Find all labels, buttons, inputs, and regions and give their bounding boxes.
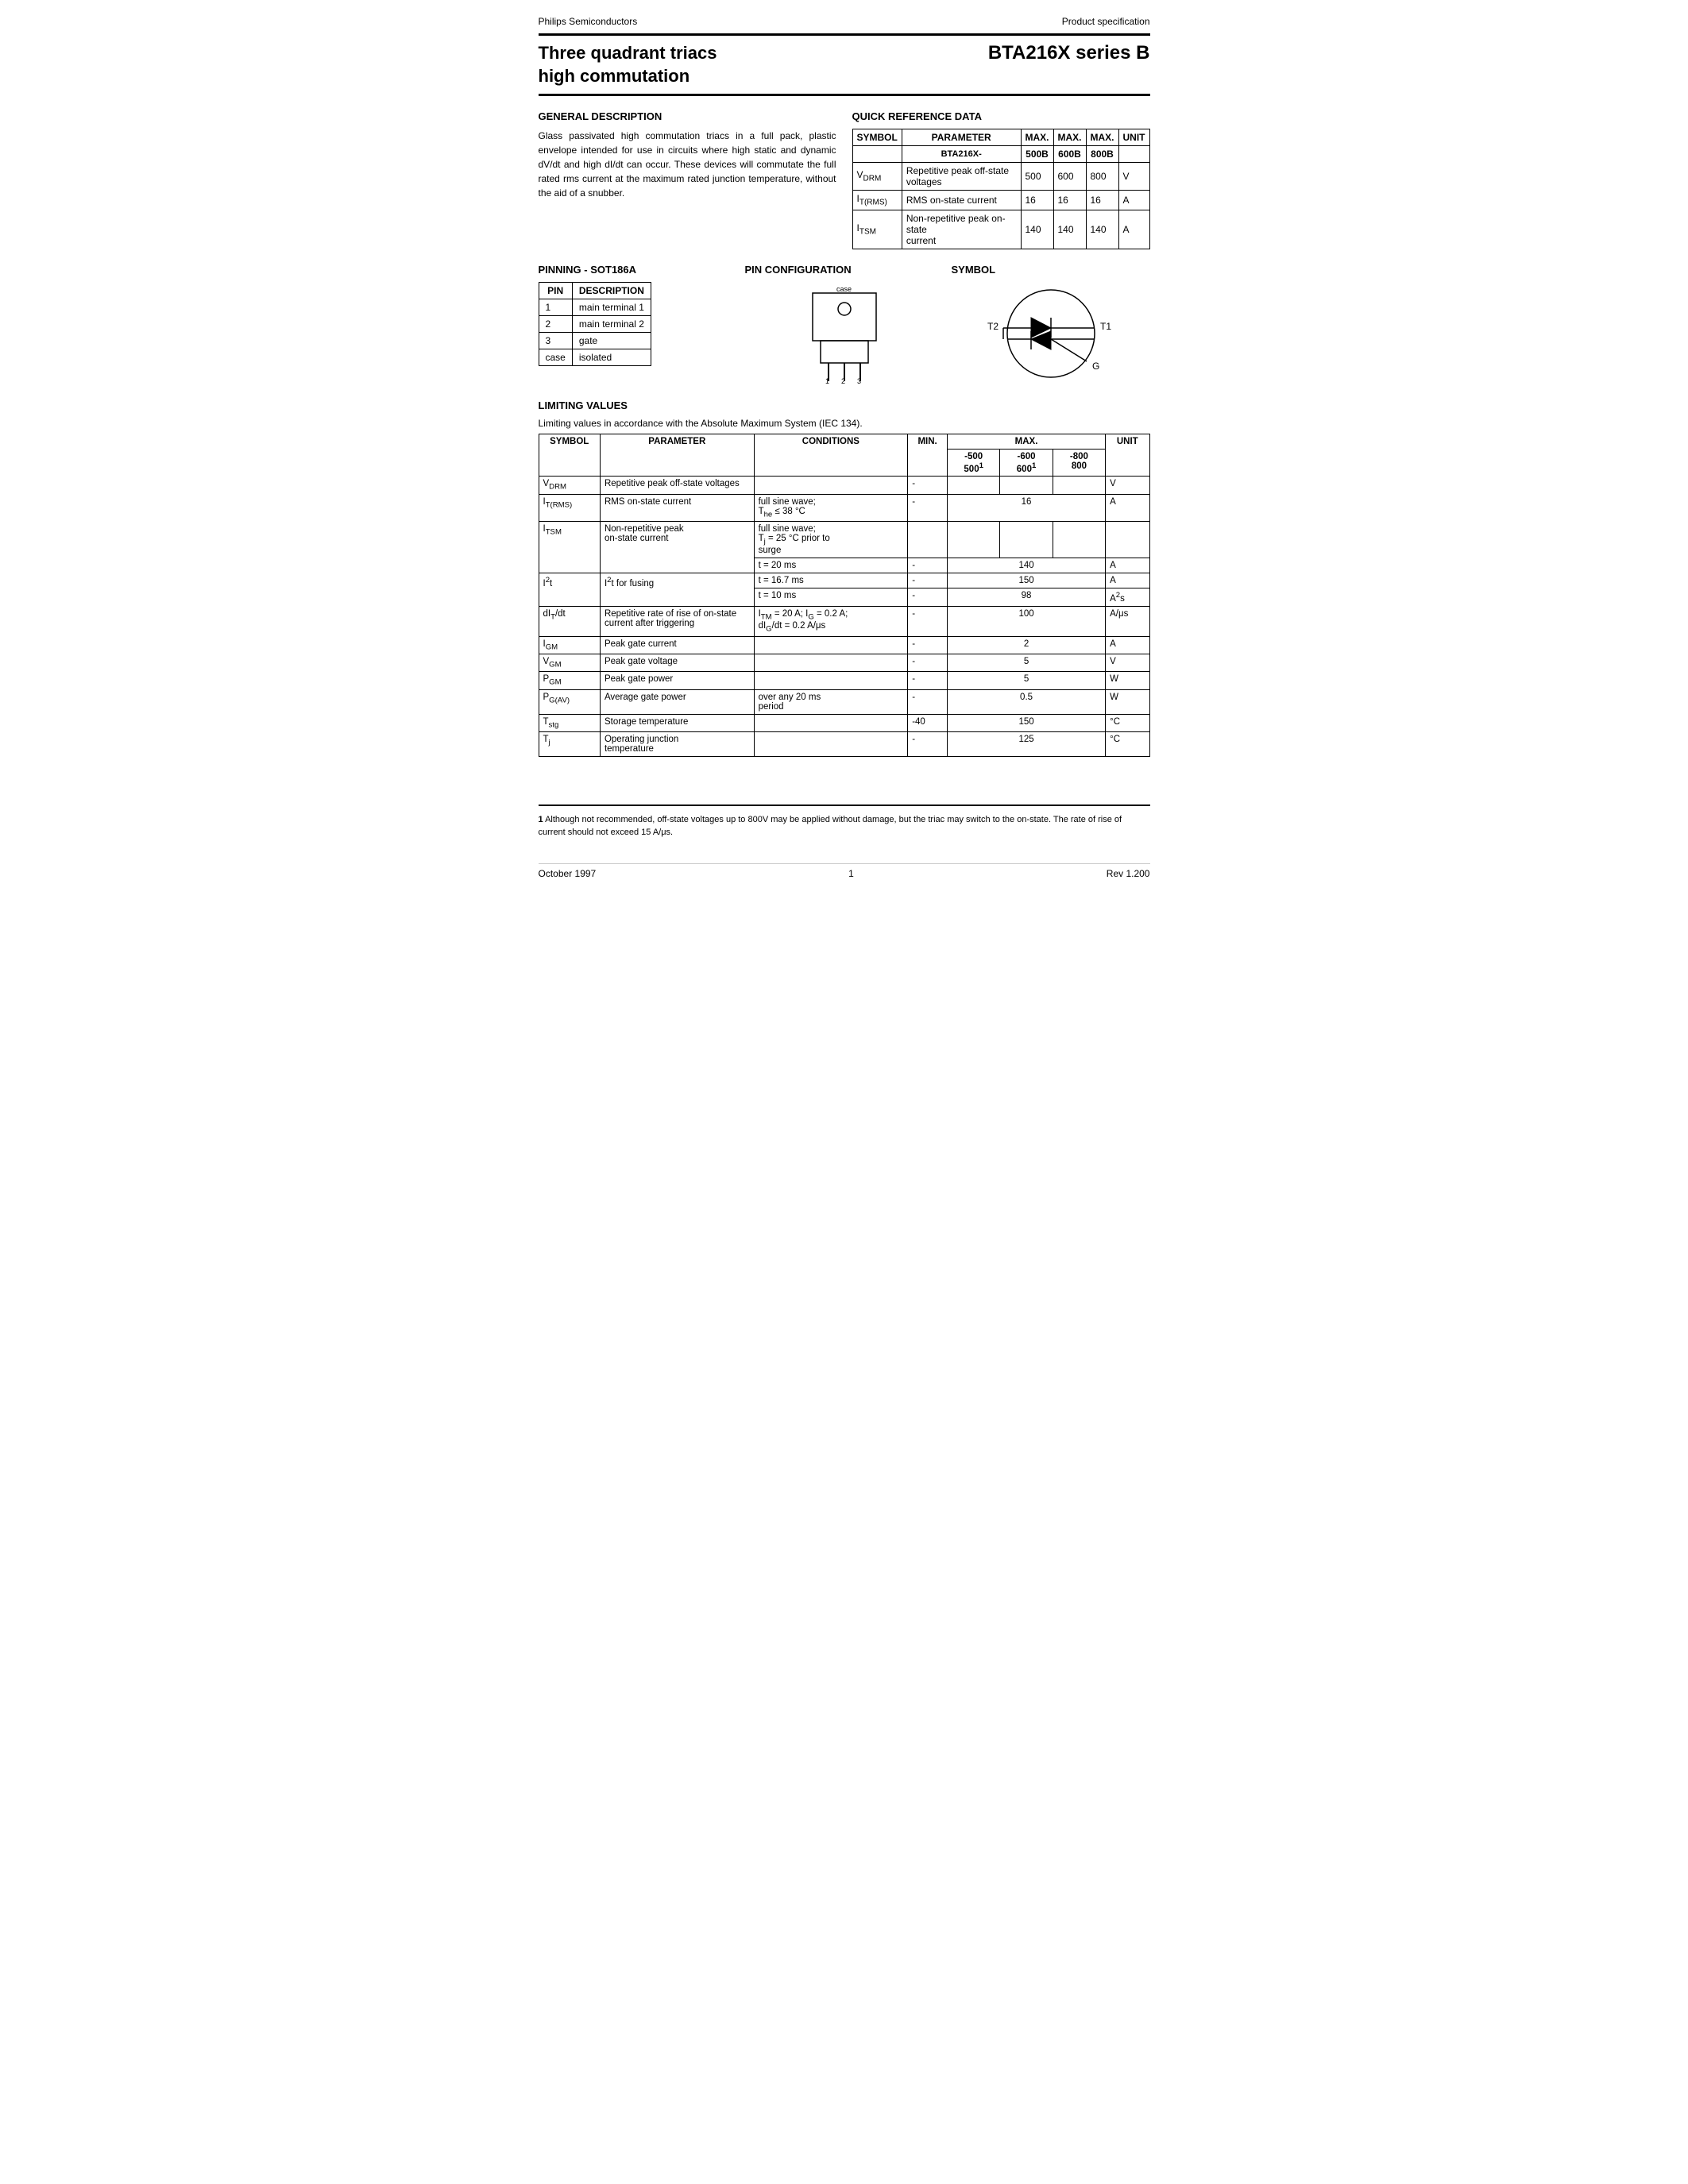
lv-row-tj: Tj Operating junctiontemperature - 125 °… [539,731,1149,756]
title-left: Three quadrant triacs high commutation [539,42,717,87]
general-desc-text: Glass passivated high commutation triacs… [539,129,836,200]
footer-page: 1 [848,868,854,879]
symbol-diagram: T2 T1 G [952,282,1150,385]
top-section: GENERAL DESCRIPTION Glass passivated hig… [539,110,1150,249]
footnote-section: 1 Although not recommended, off-state vo… [539,805,1150,839]
lv-row-vdrm: VDRM Repetitive peak off-state voltages … [539,477,1149,494]
page-header: Philips Semiconductors Product specifica… [539,16,1150,27]
company-name: Philips Semiconductors [539,16,638,27]
page-footer: October 1997 1 Rev 1.200 [539,863,1150,879]
svg-text:case: case [836,285,852,293]
pin-config-drawing: case 1 2 3 [745,282,944,385]
doc-type: Product specification [1062,16,1150,27]
general-desc-title: GENERAL DESCRIPTION [539,110,836,122]
footer-date: October 1997 [539,868,597,879]
pin-col-desc: DESCRIPTION [572,282,651,299]
footer-revision: Rev 1.200 [1107,868,1150,879]
qr-col-parameter: PARAMETER [902,129,1021,146]
quick-reference: QUICK REFERENCE DATA SYMBOL PARAMETER MA… [852,110,1150,249]
title-section: Three quadrant triacs high commutation B… [539,33,1150,96]
limiting-values-section: LIMITING VALUES Limiting values in accor… [539,399,1150,757]
pin-table: PIN DESCRIPTION 1 main terminal 1 2 main… [539,282,651,366]
qr-row-itrms: IT(RMS) RMS on-state current 16 16 16 A [852,191,1149,210]
pin-row-1: 1 main terminal 1 [539,299,651,315]
qr-table: SYMBOL PARAMETER MAX. MAX. MAX. UNIT BTA… [852,129,1150,249]
footnote-line [539,805,1150,810]
package-diagram: case 1 2 3 [793,282,896,385]
lv-row-pgm: PGM Peak gate power - 5 W [539,672,1149,689]
general-description: GENERAL DESCRIPTION Glass passivated hig… [539,110,836,249]
lv-row-i2t-1: I2t I2t for fusing t = 16.7 ms - 150 A [539,573,1149,588]
symbol-title: SYMBOL [952,264,1150,276]
svg-text:G: G [1092,361,1099,372]
lv-row-itsm: ITSM Non-repetitive peakon-state current… [539,522,1149,558]
symbol-section: SYMBOL T2 T1 G [952,264,1150,385]
lv-row-tstg: Tstg Storage temperature -40 150 °C [539,714,1149,731]
svg-text:1: 1 [825,377,829,385]
pin-configuration: PIN CONFIGURATION case 1 2 3 [745,264,944,385]
svg-text:T1: T1 [1100,321,1111,332]
pin-row-3: 3 gate [539,332,651,349]
lv-row-vgm: VGM Peak gate voltage - 5 V [539,654,1149,672]
svg-text:T2: T2 [987,321,999,332]
pin-row-case: case isolated [539,349,651,365]
part-number: BTA216X series B [988,42,1150,64]
product-title: Three quadrant triacs high commutation [539,42,717,87]
pin-col-pin: PIN [539,282,572,299]
qr-title: QUICK REFERENCE DATA [852,110,1150,122]
qr-col-max1: MAX. [1021,129,1053,146]
pin-row-2: 2 main terminal 2 [539,315,651,332]
footnote-text: 1 Although not recommended, off-state vo… [539,813,1150,839]
pinning-section: PINNING - SOT186A PIN DESCRIPTION 1 main… [539,264,1150,385]
lv-title: LIMITING VALUES [539,399,1150,411]
svg-text:3: 3 [857,377,861,385]
qr-col-symbol: SYMBOL [852,129,902,146]
qr-row-itsm: ITSM Non-repetitive peak on-statecurrent… [852,210,1149,249]
pin-config-title: PIN CONFIGURATION [745,264,944,276]
triac-symbol: T2 T1 G [979,282,1122,385]
svg-text:2: 2 [841,377,845,385]
title-right: BTA216X series B [988,42,1150,64]
qr-col-unit: UNIT [1118,129,1149,146]
qr-row-vdrm: VDRM Repetitive peak off-statevoltages 5… [852,163,1149,191]
lv-row-igm: IGM Peak gate current - 2 A [539,636,1149,654]
qr-col-max3: MAX. [1086,129,1118,146]
pinning: PINNING - SOT186A PIN DESCRIPTION 1 main… [539,264,737,385]
lv-table: SYMBOL PARAMETER CONDITIONS MIN. MAX. UN… [539,434,1150,757]
lv-subtitle: Limiting values in accordance with the A… [539,418,1150,429]
lv-row-didt: dIT/dt Repetitive rate of rise of on-sta… [539,607,1149,637]
pinning-title: PINNING - SOT186A [539,264,737,276]
lv-row-itrms: IT(RMS) RMS on-state current full sine w… [539,494,1149,521]
lv-row-pgav: PG(AV) Average gate power over any 20 ms… [539,689,1149,714]
qr-col-max2: MAX. [1053,129,1086,146]
